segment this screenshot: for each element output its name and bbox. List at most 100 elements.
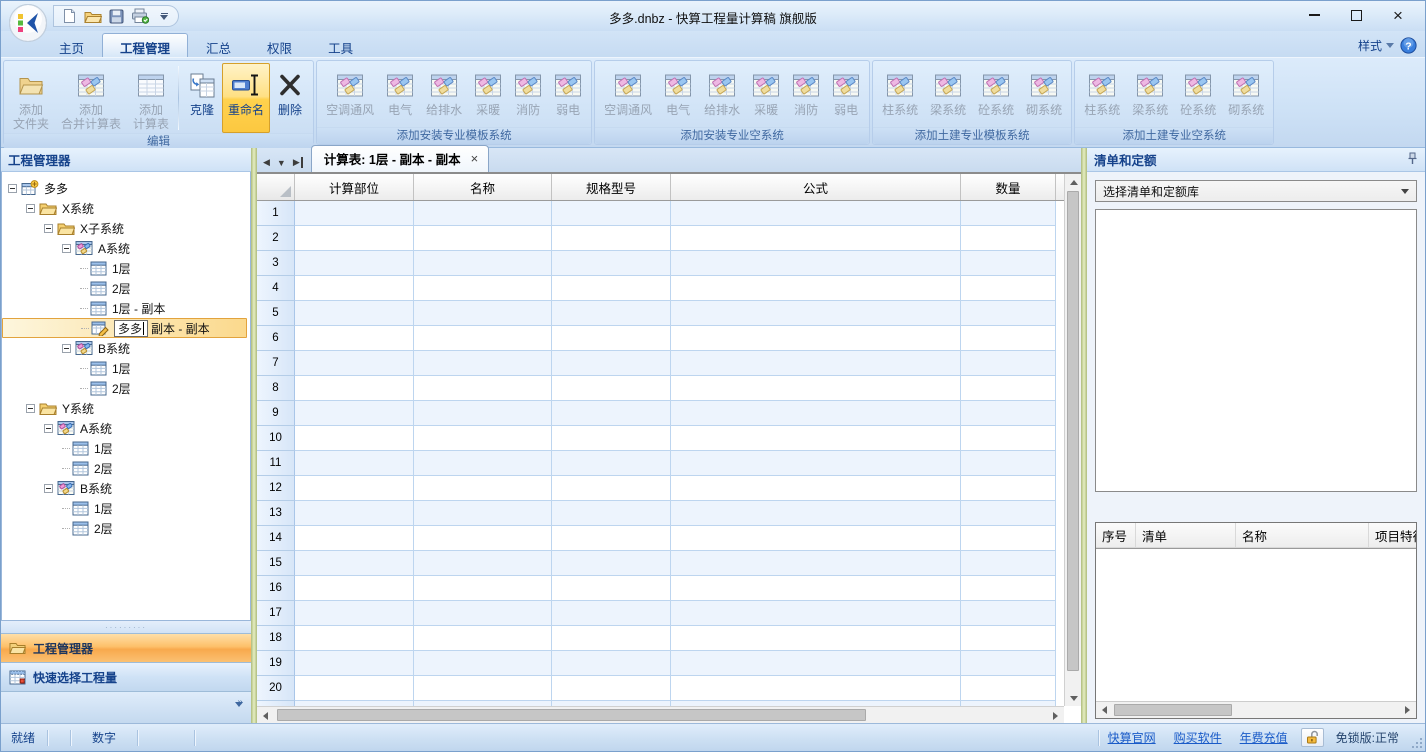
grid-cell[interactable] bbox=[552, 351, 671, 376]
grid-cell[interactable] bbox=[295, 501, 414, 526]
grid-cell[interactable] bbox=[961, 201, 1056, 226]
grid-cell[interactable] bbox=[295, 426, 414, 451]
grid-cell[interactable] bbox=[414, 601, 552, 626]
grid-cell[interactable] bbox=[414, 501, 552, 526]
grid-row-header[interactable]: 5 bbox=[257, 301, 295, 326]
grid-cell[interactable] bbox=[961, 576, 1056, 601]
grid-cell[interactable] bbox=[414, 451, 552, 476]
grid-cell[interactable] bbox=[671, 326, 961, 351]
ribbon-button[interactable]: 柱系统 bbox=[876, 63, 924, 127]
customize-quick-access-icon[interactable] bbox=[160, 13, 168, 20]
open-folder-icon[interactable] bbox=[84, 9, 102, 24]
grid-row-header[interactable]: 16 bbox=[257, 576, 295, 601]
tree-item[interactable]: 2层 bbox=[2, 458, 250, 478]
grid-cell[interactable] bbox=[414, 326, 552, 351]
grid-cell[interactable] bbox=[961, 401, 1056, 426]
tree-item[interactable]: 1层 - 副本 bbox=[2, 298, 250, 318]
scroll-down-icon[interactable] bbox=[1065, 690, 1081, 706]
grid-row-header[interactable]: 11 bbox=[257, 451, 295, 476]
grid-cell[interactable] bbox=[552, 576, 671, 601]
grid-cell[interactable] bbox=[552, 276, 671, 301]
scroll-right-icon[interactable] bbox=[1047, 707, 1064, 723]
tree-item[interactable]: 2层 bbox=[2, 518, 250, 538]
grid-column-header[interactable]: 名称 bbox=[414, 174, 552, 200]
grid-cell[interactable] bbox=[961, 526, 1056, 551]
grid-cell[interactable] bbox=[552, 401, 671, 426]
grid-row-header[interactable]: 19 bbox=[257, 651, 295, 676]
quota-table-column-header[interactable]: 项目特征 bbox=[1369, 523, 1417, 548]
grid-row-header[interactable]: 20 bbox=[257, 676, 295, 701]
tree-item[interactable]: X系统 bbox=[2, 198, 250, 218]
ribbon-button[interactable]: 添加 文件夹 bbox=[7, 63, 55, 133]
rename-input[interactable]: 多多 bbox=[114, 320, 148, 337]
grid-cell[interactable] bbox=[671, 201, 961, 226]
grid-row-header[interactable]: 18 bbox=[257, 626, 295, 651]
resize-grip[interactable] bbox=[1409, 735, 1422, 748]
grid-cell[interactable] bbox=[552, 451, 671, 476]
grid-row-header[interactable]: 10 bbox=[257, 426, 295, 451]
quota-list-box[interactable] bbox=[1095, 209, 1417, 492]
grid-cell[interactable] bbox=[295, 451, 414, 476]
grid-cell[interactable] bbox=[414, 576, 552, 601]
grid-cell[interactable] bbox=[671, 401, 961, 426]
grid-row-header[interactable]: 15 bbox=[257, 551, 295, 576]
grid-cell[interactable] bbox=[295, 401, 414, 426]
grid-cell[interactable] bbox=[295, 526, 414, 551]
scroll-left-icon[interactable] bbox=[257, 707, 274, 723]
document-tab[interactable]: 计算表: 1层 - 副本 - 副本 × bbox=[311, 145, 489, 172]
grid-cell[interactable] bbox=[414, 401, 552, 426]
ribbon-button[interactable]: 添加 计算表 bbox=[127, 63, 175, 133]
grid-cell[interactable] bbox=[961, 426, 1056, 451]
tree-item[interactable]: B系统 bbox=[2, 338, 250, 358]
grid-cell[interactable] bbox=[552, 326, 671, 351]
tree-item[interactable]: A系统 bbox=[2, 418, 250, 438]
style-menu-button[interactable]: 样式 bbox=[1358, 37, 1394, 54]
grid-cell[interactable] bbox=[414, 276, 552, 301]
grid-column-header[interactable]: 数量 bbox=[961, 174, 1056, 200]
tree-item[interactable]: 2层 bbox=[2, 278, 250, 298]
grid-cell[interactable] bbox=[671, 551, 961, 576]
grid-cell[interactable] bbox=[671, 476, 961, 501]
tree-expander-icon[interactable] bbox=[8, 184, 17, 193]
horizontal-scroll-thumb[interactable] bbox=[1114, 704, 1232, 716]
grid-cell[interactable] bbox=[552, 601, 671, 626]
tree-expander-icon[interactable] bbox=[44, 484, 53, 493]
grid-row-header[interactable]: 13 bbox=[257, 501, 295, 526]
tree-expander-icon[interactable] bbox=[62, 244, 71, 253]
ribbon-button[interactable]: 砼系统 bbox=[972, 63, 1020, 127]
tree-item[interactable]: 多多副本 - 副本 bbox=[2, 318, 247, 338]
scroll-up-icon[interactable] bbox=[1065, 174, 1081, 190]
grid-cell[interactable] bbox=[414, 651, 552, 676]
grid-cell[interactable] bbox=[961, 626, 1056, 651]
grid-cell[interactable] bbox=[671, 376, 961, 401]
status-link[interactable]: 购买软件 bbox=[1174, 729, 1222, 746]
grid-cell[interactable] bbox=[671, 251, 961, 276]
grid-cell[interactable] bbox=[414, 426, 552, 451]
grid-row-header[interactable]: 7 bbox=[257, 351, 295, 376]
grid-column-header[interactable]: 公式 bbox=[671, 174, 961, 200]
grid-cell[interactable] bbox=[552, 626, 671, 651]
ribbon-button[interactable]: 重命名 bbox=[222, 63, 270, 133]
quota-library-dropdown[interactable]: 选择清单和定额库 bbox=[1095, 180, 1417, 202]
grid-cell[interactable] bbox=[671, 676, 961, 701]
ribbon-button[interactable]: 添加 合并计算表 bbox=[55, 63, 127, 133]
tree-item[interactable]: X子系统 bbox=[2, 218, 250, 238]
minimize-button[interactable] bbox=[1293, 3, 1335, 27]
grid-cell[interactable] bbox=[961, 601, 1056, 626]
grid-cell[interactable] bbox=[414, 626, 552, 651]
grid-cell[interactable] bbox=[671, 276, 961, 301]
ribbon-button[interactable]: 消防 bbox=[786, 63, 826, 127]
grid-cell[interactable] bbox=[414, 201, 552, 226]
grid-cell[interactable] bbox=[295, 576, 414, 601]
tree-item[interactable]: 1层 bbox=[2, 438, 250, 458]
tree-expander-icon[interactable] bbox=[62, 344, 71, 353]
ribbon-button[interactable]: 砼系统 bbox=[1174, 63, 1222, 127]
grid-cell[interactable] bbox=[414, 476, 552, 501]
grid-cell[interactable] bbox=[961, 676, 1056, 701]
grid-row-header[interactable]: 9 bbox=[257, 401, 295, 426]
grid-cell[interactable] bbox=[961, 326, 1056, 351]
grid-row-header[interactable]: 8 bbox=[257, 376, 295, 401]
grid-cell[interactable] bbox=[295, 326, 414, 351]
app-menu-button[interactable] bbox=[8, 3, 48, 43]
overflow-down-icon[interactable] bbox=[235, 708, 243, 718]
